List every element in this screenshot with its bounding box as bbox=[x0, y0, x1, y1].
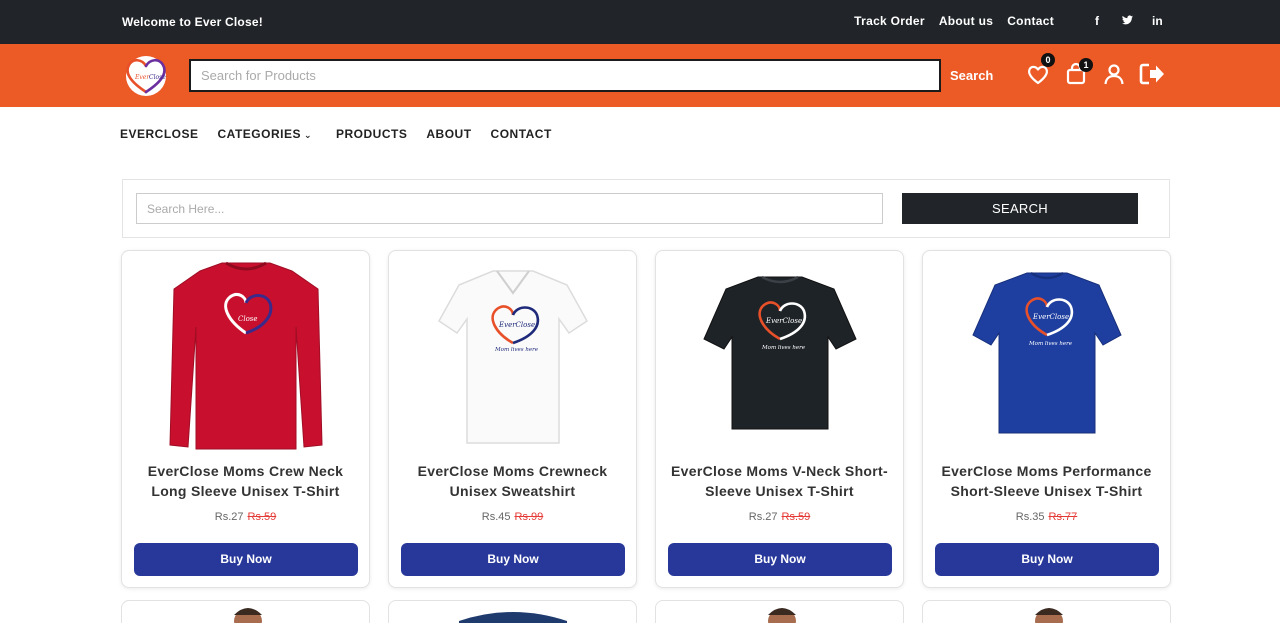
nav-categories[interactable]: CATEGORIES ⌄ bbox=[218, 127, 313, 141]
nav-contact[interactable]: CONTACT bbox=[491, 127, 552, 141]
buy-now-button[interactable]: Buy Now bbox=[935, 543, 1159, 576]
welcome-text: Welcome to Ever Close! bbox=[122, 15, 263, 29]
social-links: f in bbox=[1072, 14, 1163, 28]
product-card[interactable]: Close EverClose Moms Crew Neck Long Slee… bbox=[121, 250, 370, 588]
main-nav: EVERCLOSE CATEGORIES ⌄ PRODUCTS ABOUT CON… bbox=[120, 127, 571, 141]
svg-text:Mom lives here: Mom lives here bbox=[494, 347, 539, 353]
main-header: Ever Close Search 0 1 bbox=[0, 44, 1280, 107]
old-price: Rs.59 bbox=[247, 511, 277, 523]
product-image[interactable] bbox=[923, 601, 1171, 623]
nav-about[interactable]: ABOUT bbox=[426, 127, 471, 141]
search-panel: SEARCH bbox=[122, 179, 1170, 238]
old-price: Rs.99 bbox=[514, 511, 544, 523]
track-order-link[interactable]: Track Order bbox=[854, 14, 925, 28]
search-button[interactable]: SEARCH bbox=[902, 193, 1138, 224]
product-image[interactable] bbox=[389, 601, 637, 623]
top-links: Track Order About us Contact f in bbox=[840, 14, 1163, 28]
facebook-icon[interactable]: f bbox=[1092, 14, 1102, 28]
product-price: Rs.35 Rs.77 bbox=[923, 511, 1170, 523]
product-image[interactable] bbox=[656, 601, 904, 623]
product-search-input[interactable] bbox=[191, 61, 939, 90]
top-bar: Welcome to Ever Close! Track Order About… bbox=[0, 0, 1280, 44]
contact-link[interactable]: Contact bbox=[1007, 14, 1054, 28]
product-search-box bbox=[189, 59, 941, 92]
cart-count-badge: 1 bbox=[1079, 58, 1093, 72]
svg-text:EverClose: EverClose bbox=[765, 317, 802, 325]
current-price: Rs.27 bbox=[214, 511, 244, 523]
product-title[interactable]: EverClose Moms Crew Neck Long Sleeve Uni… bbox=[130, 461, 361, 501]
product-card[interactable] bbox=[388, 600, 637, 623]
header-search-button[interactable]: Search bbox=[950, 68, 993, 83]
svg-text:EverClose: EverClose bbox=[498, 321, 535, 329]
buy-now-button[interactable]: Buy Now bbox=[134, 543, 358, 576]
product-card[interactable]: EverClose Mom lives here EverClose Moms … bbox=[388, 250, 637, 588]
svg-text:EverClose: EverClose bbox=[1032, 313, 1069, 321]
twitter-icon[interactable] bbox=[1122, 14, 1133, 28]
product-image[interactable]: Close bbox=[142, 257, 350, 453]
product-image[interactable]: EverClose Mom lives here bbox=[943, 257, 1151, 453]
svg-text:Mom lives here: Mom lives here bbox=[1028, 341, 1073, 347]
ever-close-logo[interactable]: Ever Close bbox=[121, 54, 171, 98]
product-card[interactable] bbox=[121, 600, 370, 623]
buy-now-button[interactable]: Buy Now bbox=[401, 543, 625, 576]
old-price: Rs.77 bbox=[1048, 511, 1078, 523]
svg-text:Close: Close bbox=[238, 315, 258, 323]
product-image[interactable] bbox=[122, 601, 370, 623]
product-price: Rs.27 Rs.59 bbox=[656, 511, 903, 523]
chevron-down-icon: ⌄ bbox=[303, 130, 313, 140]
cart-icon[interactable]: 1 bbox=[1063, 58, 1093, 87]
product-image[interactable]: EverClose Mom lives here bbox=[409, 257, 617, 453]
svg-text:Close: Close bbox=[149, 74, 166, 81]
product-card[interactable] bbox=[655, 600, 904, 623]
product-title[interactable]: EverClose Moms Crewneck Unisex Sweatshir… bbox=[397, 461, 628, 501]
wishlist-icon[interactable]: 0 bbox=[1025, 53, 1055, 87]
product-card[interactable]: EverClose Mom lives here EverClose Moms … bbox=[655, 250, 904, 588]
product-title[interactable]: EverClose Moms V-Neck Short-Sleeve Unise… bbox=[664, 461, 895, 501]
nav-categories-label: CATEGORIES bbox=[217, 127, 301, 141]
about-us-link[interactable]: About us bbox=[939, 14, 993, 28]
search-here-input[interactable] bbox=[136, 193, 883, 224]
nav-everclose[interactable]: EVERCLOSE bbox=[120, 127, 199, 141]
logo-wordmark: Ever bbox=[134, 74, 150, 81]
buy-now-button[interactable]: Buy Now bbox=[668, 543, 892, 576]
current-price: Rs.27 bbox=[748, 511, 778, 523]
product-card[interactable]: EverClose Mom lives here EverClose Moms … bbox=[922, 250, 1171, 588]
product-image[interactable]: EverClose Mom lives here bbox=[676, 257, 884, 453]
svg-text:Mom lives here: Mom lives here bbox=[761, 345, 806, 351]
current-price: Rs.35 bbox=[1015, 511, 1045, 523]
product-card[interactable] bbox=[922, 600, 1171, 623]
product-title[interactable]: EverClose Moms Performance Short-Sleeve … bbox=[931, 461, 1162, 501]
nav-products[interactable]: PRODUCTS bbox=[336, 127, 407, 141]
wishlist-count-badge: 0 bbox=[1041, 53, 1055, 67]
current-price: Rs.45 bbox=[481, 511, 511, 523]
product-price: Rs.27 Rs.59 bbox=[122, 511, 369, 523]
linkedin-icon[interactable]: in bbox=[1152, 14, 1163, 28]
user-icon[interactable] bbox=[1101, 61, 1127, 87]
product-price: Rs.45 Rs.99 bbox=[389, 511, 636, 523]
logout-icon[interactable] bbox=[1138, 61, 1164, 87]
old-price: Rs.59 bbox=[781, 511, 811, 523]
